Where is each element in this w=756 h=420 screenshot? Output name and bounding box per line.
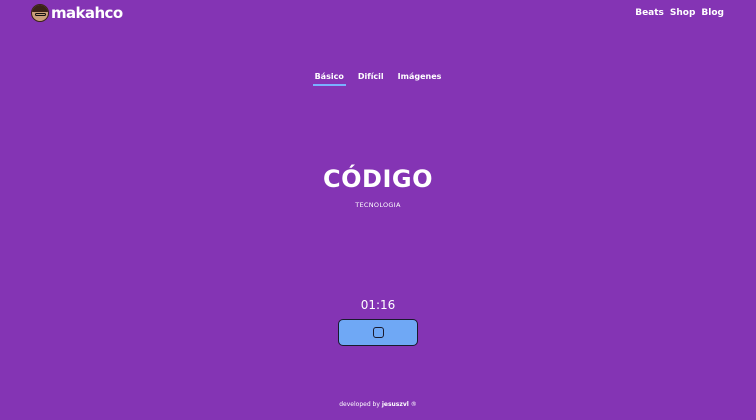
stop-button[interactable] <box>338 319 418 346</box>
tab-imagenes[interactable]: Imágenes <box>396 72 444 86</box>
footer-mark: ® <box>410 401 417 408</box>
tab-dificil[interactable]: Difícil <box>356 72 386 86</box>
nav-link-beats[interactable]: Beats <box>635 8 664 18</box>
footer-author-link[interactable]: jesuszvl <box>382 401 409 408</box>
tab-basico[interactable]: Básico <box>312 72 346 86</box>
stop-square-icon <box>372 327 384 338</box>
nav-link-blog[interactable]: Blog <box>701 8 724 18</box>
cap-shape <box>32 5 48 12</box>
secret-word: CÓDIGO <box>323 165 433 193</box>
countdown-timer: 01:16 <box>360 298 396 312</box>
top-nav: Beats Shop Blog <box>635 8 724 18</box>
footer-prefix: developed by <box>339 401 382 408</box>
avatar-icon <box>31 4 49 22</box>
footer-credit: developed by jesuszvl ® <box>0 401 756 408</box>
logo-text: makahco <box>51 4 123 22</box>
page: makahco Beats Shop Blog Básico Difícil I… <box>0 0 756 420</box>
logo[interactable]: makahco <box>31 4 123 22</box>
difficulty-tabs: Básico Difícil Imágenes <box>0 72 756 86</box>
glasses-shape <box>35 13 46 16</box>
word-category: TECNOLOGIA <box>355 201 401 209</box>
nav-link-shop[interactable]: Shop <box>670 8 696 18</box>
